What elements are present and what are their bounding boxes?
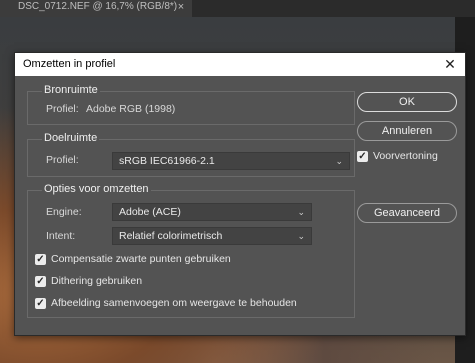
- document-tab[interactable]: DSC_0712.NEF @ 16,7% (RGB/8*) ×: [0, 0, 192, 17]
- destination-space-heading: Doelruimte: [42, 132, 100, 144]
- engine-value: Adobe (ACE): [119, 206, 181, 218]
- checkmark-icon: ✓: [35, 298, 46, 309]
- conversion-options-group: Opties voor omzetten Engine: Adobe (ACE)…: [27, 183, 355, 318]
- intent-value: Relatief colorimetrisch: [119, 230, 223, 242]
- source-space-heading: Bronruimte: [42, 84, 100, 96]
- conversion-options-heading: Opties voor omzetten: [42, 183, 151, 195]
- chevron-down-icon: ⌄: [335, 156, 343, 166]
- source-profile-label: Profiel:: [46, 103, 79, 115]
- close-icon[interactable]: ✕: [441, 55, 459, 73]
- destination-profile-label: Profiel:: [46, 154, 79, 166]
- chevron-down-icon: ⌄: [297, 207, 305, 217]
- checkmark-icon: ✓: [357, 151, 368, 162]
- advanced-button[interactable]: Geavanceerd: [357, 203, 457, 223]
- source-space-group: Bronruimte Profiel: Adobe RGB (1998): [27, 84, 355, 125]
- preview-label: Voorvertoning: [373, 150, 438, 162]
- cancel-button[interactable]: Annuleren: [357, 121, 457, 141]
- chevron-down-icon: ⌄: [297, 231, 305, 241]
- document-tab-title: DSC_0712.NEF @ 16,7% (RGB/8*): [18, 1, 178, 12]
- checkmark-icon: ✓: [35, 276, 46, 287]
- destination-profile-value: sRGB IEC61966-2.1: [119, 155, 215, 167]
- dither-checkbox[interactable]: ✓ Dithering gebruiken: [35, 275, 235, 289]
- engine-label: Engine:: [46, 206, 82, 218]
- destination-profile-select[interactable]: sRGB IEC61966-2.1 ⌄: [112, 152, 350, 170]
- document-tab-close-icon[interactable]: ×: [174, 0, 188, 17]
- intent-select[interactable]: Relatief colorimetrisch ⌄: [112, 227, 312, 245]
- flatten-image-label: Afbeelding samenvoegen om weergave te be…: [51, 297, 297, 309]
- intent-label: Intent:: [46, 230, 76, 242]
- flatten-image-checkbox[interactable]: ✓ Afbeelding samenvoegen om weergave te …: [35, 297, 345, 311]
- checkmark-icon: ✓: [35, 254, 46, 265]
- preview-checkbox[interactable]: ✓ Voorvertoning: [357, 150, 457, 164]
- document-tab-bar: DSC_0712.NEF @ 16,7% (RGB/8*) ×: [0, 0, 475, 17]
- dialog-title: Omzetten in profiel: [23, 58, 116, 70]
- source-profile-value: Adobe RGB (1998): [86, 103, 176, 115]
- black-point-compensation-label: Compensatie zwarte punten gebruiken: [51, 253, 231, 265]
- engine-select[interactable]: Adobe (ACE) ⌄: [112, 203, 312, 221]
- convert-to-profile-dialog: Omzetten in profiel ✕ Bronruimte Profiel…: [14, 52, 466, 336]
- destination-space-group: Doelruimte Profiel: sRGB IEC61966-2.1 ⌄: [27, 132, 355, 177]
- dialog-titlebar: Omzetten in profiel ✕: [15, 53, 465, 76]
- black-point-compensation-checkbox[interactable]: ✓ Compensatie zwarte punten gebruiken: [35, 253, 285, 267]
- dither-label: Dithering gebruiken: [51, 275, 143, 287]
- ok-button[interactable]: OK: [357, 92, 457, 112]
